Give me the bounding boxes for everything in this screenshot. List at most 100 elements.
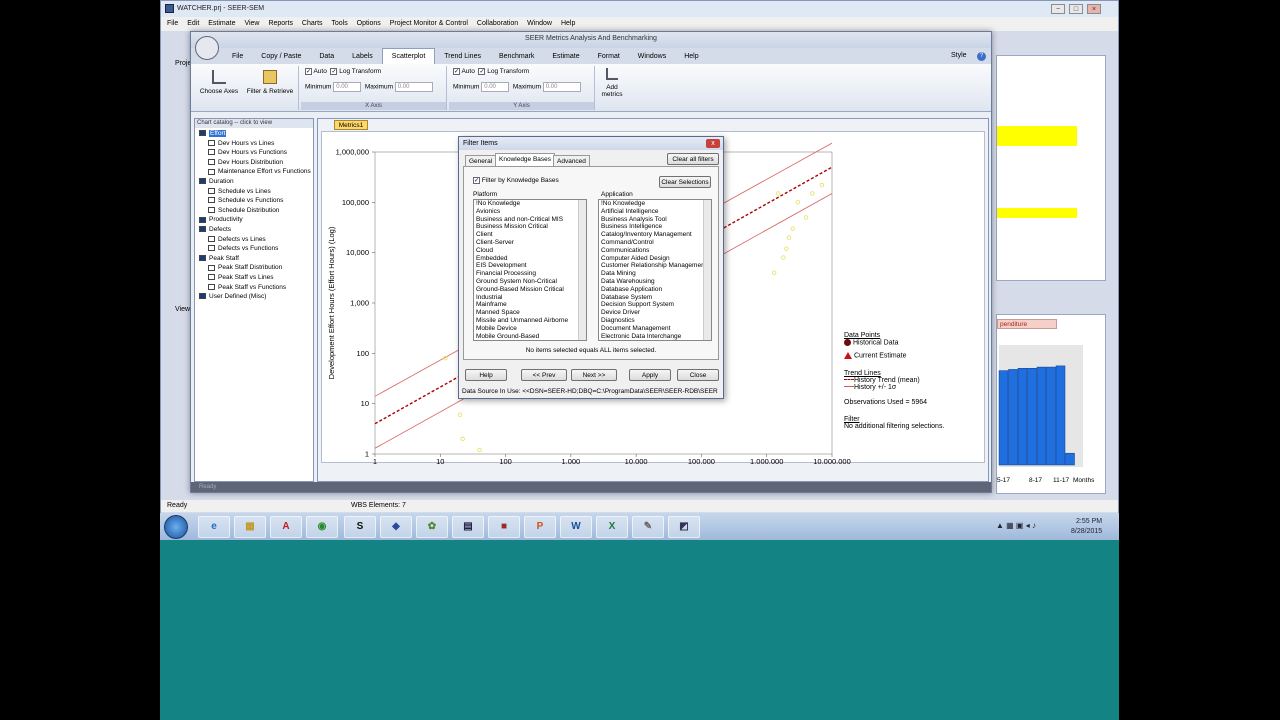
x-log-checkbox[interactable]: ✓	[330, 68, 338, 75]
list-item[interactable]: !No Knowledge	[599, 200, 711, 208]
list-item[interactable]: Catalog/Inventory Management	[599, 231, 711, 239]
catalog-item[interactable]: Schedule vs Lines	[208, 187, 271, 196]
list-item[interactable]: Avionics	[474, 208, 586, 216]
help-button[interactable]: Help	[465, 369, 507, 381]
acrobat-icon[interactable]: A	[270, 516, 302, 538]
list-item[interactable]: Data Warehousing	[599, 278, 711, 286]
list-item[interactable]: Decision Support System	[599, 301, 711, 309]
list-item[interactable]: Ground System Non-Critical	[474, 278, 586, 286]
prev-button[interactable]: << Prev	[521, 369, 567, 381]
menu-options[interactable]: Options	[357, 20, 381, 27]
help-icon[interactable]: ?	[977, 52, 986, 61]
word-icon[interactable]: W	[560, 516, 592, 538]
list-item[interactable]: EIS Development	[474, 262, 586, 270]
filter-retrieve-button[interactable]: Filter & Retrieve	[243, 70, 297, 100]
tab-general[interactable]: General	[465, 155, 497, 166]
choose-axes-button[interactable]: Choose Axes	[197, 70, 241, 100]
list-item[interactable]: Mobile Device	[474, 325, 586, 333]
catalog-item[interactable]: Schedule Distribution	[208, 206, 279, 215]
list-item[interactable]: Document Management	[599, 325, 711, 333]
catalog-item[interactable]: Dev Hours vs Lines	[208, 139, 274, 148]
menu-project-monitor[interactable]: Project Monitor & Control	[390, 20, 468, 27]
list-item[interactable]: Mobile Ground-Based	[474, 333, 586, 340]
excel-icon[interactable]: X	[596, 516, 628, 538]
list-item[interactable]: Financial Processing	[474, 270, 586, 278]
list-item[interactable]: Computer Aided Design	[599, 255, 711, 263]
list-item[interactable]: Client	[474, 231, 586, 239]
catalog-item[interactable]: User Defined (Misc)	[199, 292, 266, 301]
list-item[interactable]: Data Mining	[599, 270, 711, 278]
style-menu[interactable]: Style	[951, 52, 967, 59]
close-button[interactable]: Close	[677, 369, 719, 381]
dialog-close-button[interactable]: x	[706, 139, 720, 148]
tab-benchmark[interactable]: Benchmark	[490, 49, 543, 65]
explorer-icon[interactable]: ▦	[234, 516, 266, 538]
catalog-item[interactable]: Maintenance Effort vs Functions	[208, 167, 311, 176]
app-icon[interactable]: ✿	[416, 516, 448, 538]
tab-windows[interactable]: Windows	[629, 49, 675, 65]
y-minimum-input[interactable]: 0.00	[481, 82, 510, 92]
catalog-item[interactable]: Defects	[199, 225, 231, 234]
list-item[interactable]: Missile and Unmanned Airborne	[474, 317, 586, 325]
catalog-item[interactable]: Defects vs Functions	[208, 244, 278, 253]
list-item[interactable]: Command/Control	[599, 239, 711, 247]
app-icon[interactable]: ✎	[632, 516, 664, 538]
menu-estimate[interactable]: Estimate	[208, 20, 235, 27]
catalog-item[interactable]: Productivity	[199, 215, 243, 224]
tab-knowledge-bases[interactable]: Knowledge Bases	[495, 153, 556, 166]
menu-file[interactable]: File	[167, 20, 178, 27]
binary-app-icon[interactable]: ▤	[452, 516, 484, 538]
list-item[interactable]: Cloud	[474, 247, 586, 255]
x-auto-checkbox[interactable]: ✓	[305, 68, 312, 75]
catalog-item[interactable]: Schedule vs Functions	[208, 196, 283, 205]
menu-edit[interactable]: Edit	[187, 20, 199, 27]
tab-estimate[interactable]: Estimate	[543, 49, 588, 65]
app-icon[interactable]: ◆	[380, 516, 412, 538]
next-button[interactable]: Next >>	[571, 369, 617, 381]
catalog-item[interactable]: Peak Staff Distribution	[208, 263, 282, 272]
list-item[interactable]: Electronic Data Interchange	[599, 333, 711, 340]
clock-date[interactable]: 8/28/2015	[1071, 528, 1102, 535]
clock-time[interactable]: 2:55 PM	[1076, 518, 1102, 525]
chart-tab-metrics1[interactable]: Metrics1	[334, 120, 368, 130]
platform-listbox[interactable]: !No Knowledge Avionics Business and non-Cr…	[473, 199, 587, 341]
clear-selections-button[interactable]: Clear Selections	[659, 176, 711, 188]
list-item[interactable]: Embedded	[474, 255, 586, 263]
x-maximum-input[interactable]: 0.00	[394, 82, 433, 92]
tab-labels[interactable]: Labels	[343, 49, 382, 65]
list-item[interactable]: Database System	[599, 294, 711, 302]
close-button[interactable]: ×	[1087, 4, 1101, 14]
list-item[interactable]: Manned Space	[474, 309, 586, 317]
catalog-item[interactable]: Effort	[199, 129, 227, 138]
list-item[interactable]: Customer Relationship Management	[599, 262, 711, 270]
application-scrollbar[interactable]	[703, 200, 711, 340]
menu-charts[interactable]: Charts	[302, 20, 323, 27]
list-item[interactable]: Communications	[599, 247, 711, 255]
menu-view[interactable]: View	[244, 20, 259, 27]
minimize-button[interactable]: −	[1051, 4, 1065, 14]
y-auto-checkbox[interactable]: ✓	[453, 68, 460, 75]
add-metrics-button[interactable]: Add metrics	[597, 68, 627, 108]
catalog-item[interactable]: Peak Staff vs Lines	[208, 273, 274, 282]
menu-reports[interactable]: Reports	[268, 20, 293, 27]
tab-copy-paste[interactable]: Copy / Paste	[252, 49, 310, 65]
catalog-item[interactable]: Dev Hours Distribution	[208, 158, 283, 167]
apply-button[interactable]: Apply	[629, 369, 671, 381]
chrome-icon[interactable]: ◉	[306, 516, 338, 538]
list-item[interactable]: !No Knowledge	[474, 200, 586, 208]
menu-tools[interactable]: Tools	[331, 20, 347, 27]
filter-by-kb-checkbox[interactable]: ✓	[473, 177, 480, 184]
x-minimum-input[interactable]: 0.00	[333, 82, 362, 92]
tab-data[interactable]: Data	[310, 49, 343, 65]
tab-format[interactable]: Format	[589, 49, 629, 65]
list-item[interactable]: Client-Server	[474, 239, 586, 247]
catalog-item[interactable]: Peak Staff vs Functions	[208, 283, 286, 292]
s-app-icon[interactable]: S	[344, 516, 376, 538]
application-listbox[interactable]: !No Knowledge Artificial Intelligence Busi…	[598, 199, 712, 341]
seer-metrics-icon[interactable]: ◩	[668, 516, 700, 538]
y-maximum-input[interactable]: 0.00	[542, 82, 581, 92]
tab-scatterplot[interactable]: Scatterplot	[381, 48, 436, 65]
catalog-item[interactable]: Duration	[199, 177, 234, 186]
list-item[interactable]: Database Application	[599, 286, 711, 294]
menu-help[interactable]: Help	[561, 20, 575, 27]
